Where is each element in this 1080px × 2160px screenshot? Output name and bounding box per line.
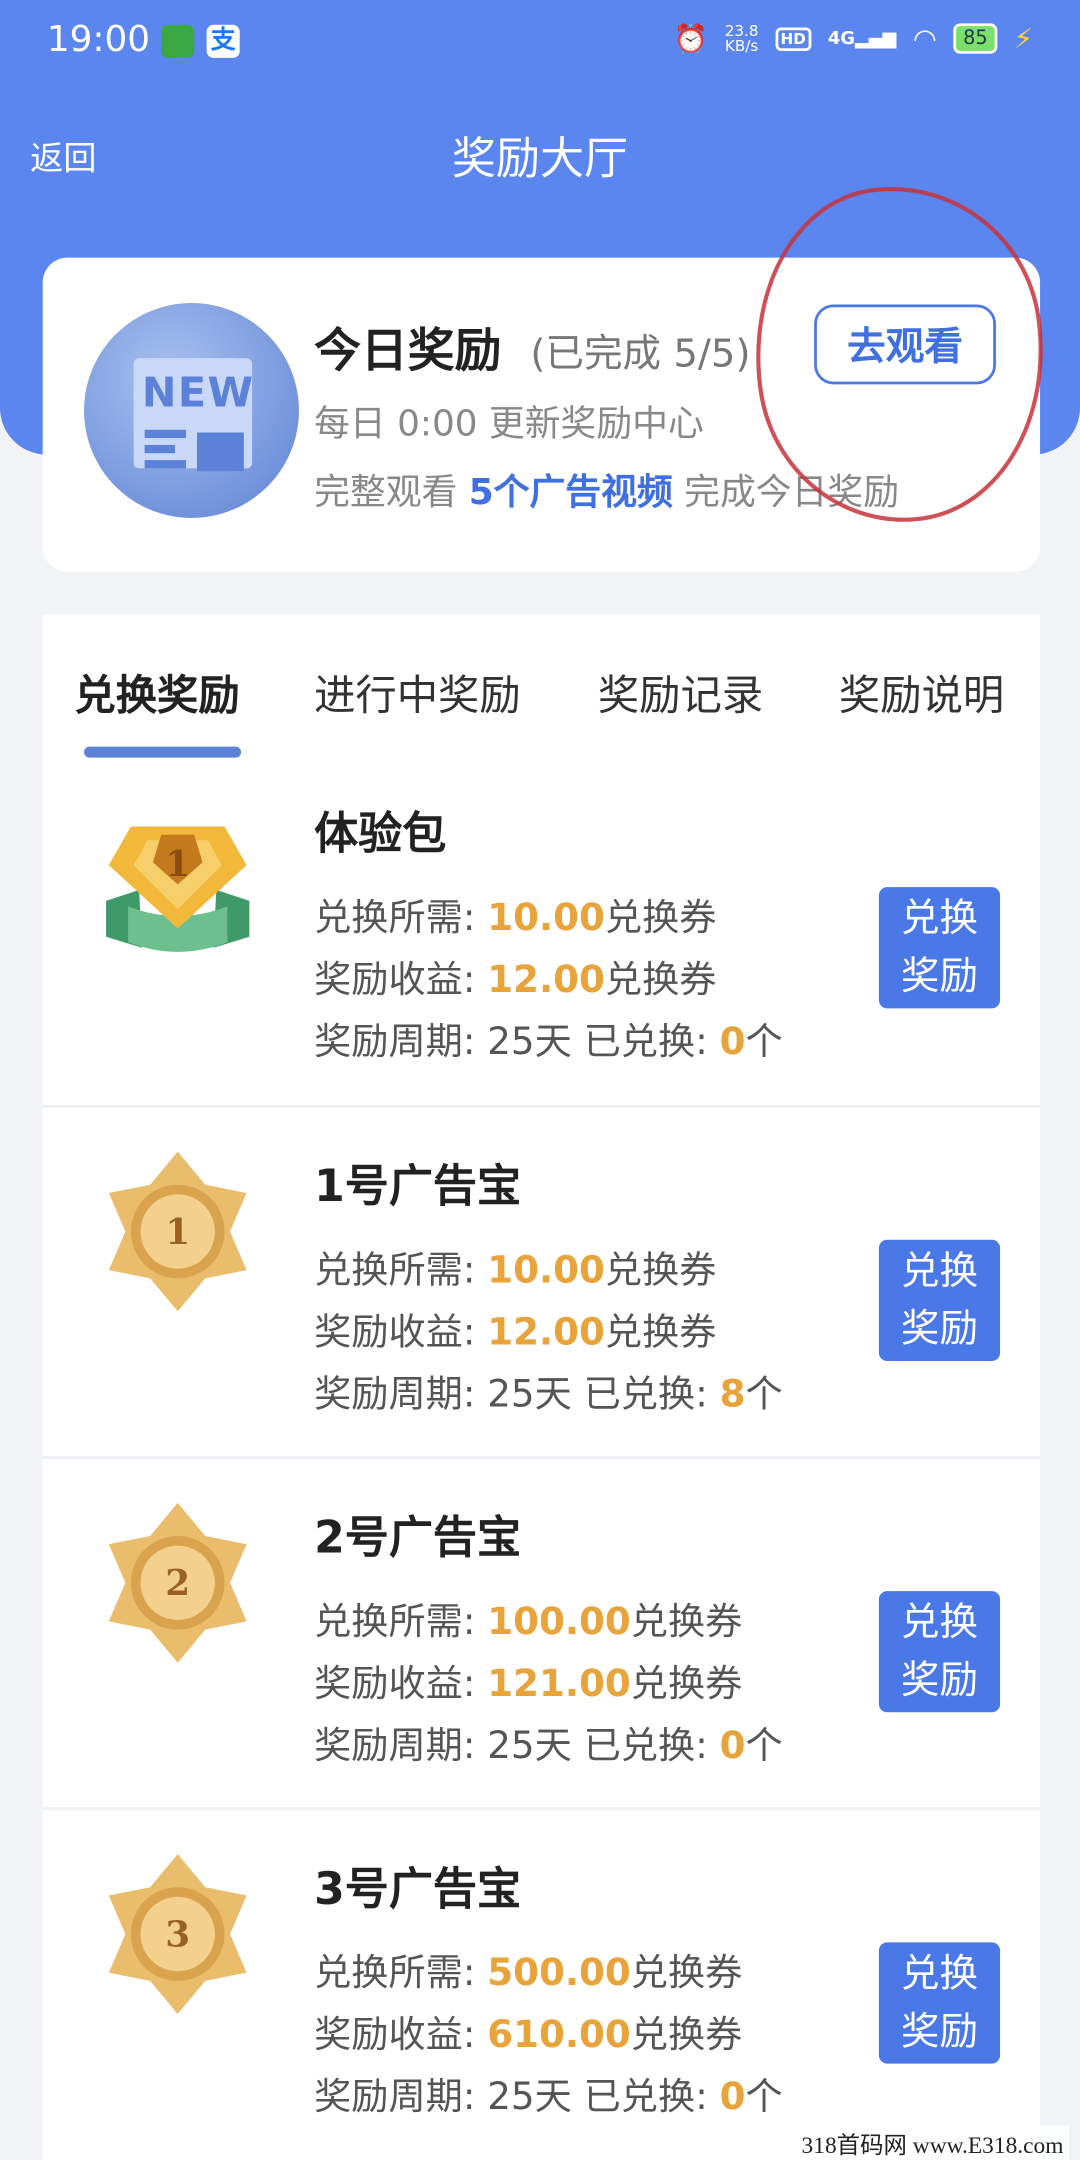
star-medal-icon: 2 <box>108 1502 247 1663</box>
wifi-icon: ◠ <box>912 22 937 56</box>
badge-number: 1 <box>165 1211 190 1253</box>
tab-reward-records[interactable]: 奖励记录 <box>598 661 763 722</box>
signal-icon: 4G▂▄▆ <box>827 28 897 49</box>
news-line <box>144 460 186 469</box>
item-period: 奖励周期: 25天 已兑换: 0个 <box>314 2075 783 2119</box>
item-cost: 兑换所需: 500.00兑换券 <box>314 1951 743 1995</box>
item-period: 奖励周期: 25天 已兑换: 0个 <box>314 1020 783 1064</box>
rewards-panel: 兑换奖励 进行中奖励 奖励记录 奖励说明 1 体验包 兑换所需: 10.00兑换… <box>42 614 1041 2160</box>
site-watermark: 318首码网 www.E318.com <box>796 2125 1069 2160</box>
today-reward-title: 今日奖励 <box>314 323 502 379</box>
item-reward: 奖励收益: 121.00兑换券 <box>314 1662 743 1706</box>
news-line <box>144 429 186 439</box>
today-reward-status: (已完成 5/5) <box>530 330 751 377</box>
item-cost: 兑换所需: 10.00兑换券 <box>314 1249 717 1293</box>
tab-reward-instructions[interactable]: 奖励说明 <box>839 661 1004 722</box>
item-cost: 兑换所需: 10.00兑换券 <box>314 896 717 940</box>
item-reward: 奖励收益: 12.00兑换券 <box>314 1311 717 1355</box>
item-cost: 兑换所需: 100.00兑换券 <box>314 1600 743 1644</box>
item-period: 奖励周期: 25天 已兑换: 8个 <box>314 1373 783 1417</box>
star-medal-icon: 3 <box>108 1854 247 2014</box>
battery-icon: 85 <box>953 23 998 54</box>
redeem-button[interactable]: 兑换 奖励 <box>878 1942 1001 2064</box>
redeem-button[interactable]: 兑换 奖励 <box>878 1239 1001 1362</box>
reward-item: 1 体验包 兑换所需: 10.00兑换券 奖励收益: 12.00兑换券 奖励周期… <box>43 755 1040 1105</box>
page-title: 奖励大厅 <box>451 132 629 185</box>
item-reward: 奖励收益: 12.00兑换券 <box>314 958 717 1002</box>
desc-prefix: 完整观看 <box>314 472 458 514</box>
tab-bar: 兑换奖励 进行中奖励 奖励记录 奖励说明 <box>43 614 1040 766</box>
news-icon: NEW <box>84 303 299 518</box>
status-time: 19:00 <box>46 19 151 61</box>
item-reward: 奖励收益: 610.00兑换券 <box>314 2013 743 2057</box>
alarm-icon: ⏰ <box>673 22 709 56</box>
news-icon-label: NEW <box>141 369 255 418</box>
news-line <box>144 444 175 454</box>
reward-item: 2 2号广告宝 兑换所需: 100.00兑换券 奖励收益: 121.00兑换券 … <box>42 1456 1041 1809</box>
badge-number: 3 <box>165 1913 190 1955</box>
network-speed: 23.8 KB/s <box>724 22 759 56</box>
reward-item: 1 1号广告宝 兑换所需: 10.00兑换券 奖励收益: 12.00兑换券 奖励… <box>42 1104 1041 1458</box>
status-right: ⏰ 23.8 KB/s HD 4G▂▄▆ ◠ 85 ⚡ <box>674 22 1033 55</box>
item-name: 1号广告宝 <box>314 1159 522 1213</box>
badge-number: 1 <box>165 843 190 885</box>
status-bar: 19:00 支 ⏰ 23.8 KB/s HD 4G▂▄▆ ◠ 85 ⚡ <box>0 0 1080 85</box>
news-document-icon: NEW <box>133 358 255 472</box>
today-reward-subtitle: 每日 0:00 更新奖励中心 <box>314 403 704 445</box>
charging-icon: ⚡ <box>1013 22 1034 56</box>
item-period: 奖励周期: 25天 已兑换: 0个 <box>314 1724 783 1768</box>
star-medal-icon: 1 <box>108 1151 247 1312</box>
hd-icon: HD <box>775 26 812 51</box>
desc-highlight: 5个广告视频 <box>468 472 673 514</box>
redeem-button[interactable]: 兑换 奖励 <box>878 887 1001 1009</box>
badge-number: 2 <box>165 1562 190 1604</box>
news-block <box>196 432 244 472</box>
tab-redeem-rewards[interactable]: 兑换奖励 <box>74 661 239 722</box>
trophy-badge-icon: 1 <box>106 826 250 952</box>
item-name: 3号广告宝 <box>314 1862 522 1915</box>
redeem-button[interactable]: 兑换 奖励 <box>878 1591 1001 1713</box>
wechat-app-icon <box>161 24 195 58</box>
app-screen: 19:00 支 ⏰ 23.8 KB/s HD 4G▂▄▆ ◠ 85 ⚡ 返回 奖励… <box>0 0 1080 2160</box>
item-name: 体验包 <box>314 807 447 860</box>
alipay-app-icon: 支 <box>206 24 240 58</box>
item-name: 2号广告宝 <box>314 1511 522 1564</box>
reward-item: 3 3号广告宝 兑换所需: 500.00兑换券 奖励收益: 610.00兑换券 … <box>42 1807 1041 2160</box>
tab-ongoing-rewards[interactable]: 进行中奖励 <box>314 661 521 722</box>
